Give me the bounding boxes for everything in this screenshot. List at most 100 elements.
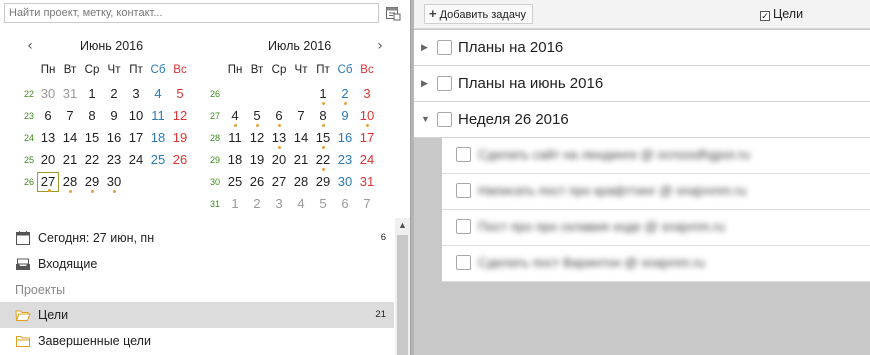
calendar-day[interactable]: 5: [312, 194, 334, 214]
collapse-arrow-icon[interactable]: ▼: [421, 114, 430, 124]
expand-arrow-icon[interactable]: ▶: [421, 42, 428, 53]
calendar-day[interactable]: 16: [103, 128, 125, 148]
calendar-day[interactable]: 12: [169, 106, 191, 126]
calendar-day[interactable]: 22: [81, 150, 103, 170]
add-task-button[interactable]: + Добавить задачу: [424, 4, 533, 24]
calendar-day[interactable]: 7: [59, 106, 81, 126]
prev-month-button[interactable]: ‹: [23, 37, 37, 55]
calendar-day[interactable]: 3: [268, 194, 290, 214]
task-checkbox[interactable]: [456, 183, 471, 198]
calendar-day[interactable]: 1: [312, 84, 334, 105]
calendar-day[interactable]: 24: [125, 150, 147, 170]
nav-completed-goals[interactable]: Завершенные цели: [0, 328, 394, 354]
calendar-day[interactable]: 25: [147, 150, 169, 170]
group-row[interactable]: ▼ Неделя 26 2016: [414, 102, 870, 138]
calendar-day[interactable]: 29: [81, 172, 103, 193]
calendar-day[interactable]: 31: [356, 172, 378, 192]
calendar-day[interactable]: 30: [37, 84, 59, 104]
goals-toggle-checkbox[interactable]: ✓: [760, 11, 770, 21]
calendar-day[interactable]: 24: [356, 150, 378, 170]
calendar-day[interactable]: 6: [37, 106, 59, 126]
goals-toggle[interactable]: ✓ Цели: [760, 7, 803, 21]
calendar-day[interactable]: 2: [246, 194, 268, 214]
calendar-day[interactable]: 7: [356, 194, 378, 214]
calendar-day[interactable]: 13: [37, 128, 59, 148]
task-row[interactable]: Сделать пост Варинтон @ snajvnm.ru: [442, 246, 870, 282]
nav-inbox[interactable]: Входящие: [0, 251, 394, 277]
calendar-day[interactable]: 27: [268, 172, 290, 192]
calendar-day[interactable]: 6: [268, 106, 290, 127]
calendar-day[interactable]: 21: [290, 150, 312, 170]
calendar-day[interactable]: 7: [290, 106, 312, 126]
calendar-day[interactable]: 3: [356, 84, 378, 104]
calendar-day[interactable]: 17: [356, 128, 378, 148]
calendar-day[interactable]: 13: [268, 128, 290, 149]
calendar-day[interactable]: 19: [169, 128, 191, 148]
calendar-day[interactable]: 23: [103, 150, 125, 170]
calendar-day[interactable]: 9: [334, 106, 356, 126]
group-checkbox[interactable]: [437, 112, 452, 127]
calendar-day[interactable]: 30: [103, 172, 125, 193]
calendar-day[interactable]: 9: [103, 106, 125, 126]
calendar-day[interactable]: 20: [268, 150, 290, 170]
calendar-day[interactable]: 8: [81, 106, 103, 126]
calendar-day[interactable]: 5: [246, 106, 268, 127]
next-month-button[interactable]: ›: [373, 37, 387, 55]
calendar-day[interactable]: 19: [246, 150, 268, 170]
calendar-day[interactable]: 2: [334, 84, 356, 105]
calendar-day[interactable]: 14: [59, 128, 81, 148]
group-row[interactable]: ▶ Планы на 2016: [414, 30, 870, 66]
calendar-day[interactable]: 28: [59, 172, 81, 193]
calendar-day[interactable]: 10: [356, 106, 378, 127]
calendar-day[interactable]: 8: [312, 106, 334, 127]
calendar-day[interactable]: 2: [103, 84, 125, 104]
calendar-day[interactable]: 22: [312, 150, 334, 171]
calendar-day[interactable]: 4: [290, 194, 312, 214]
calendar-view-icon[interactable]: [385, 5, 401, 21]
search-input[interactable]: Найти проект, метку, контакт...: [4, 3, 379, 23]
task-checkbox[interactable]: [456, 219, 471, 234]
calendar-day[interactable]: 16: [334, 128, 356, 148]
calendar-day[interactable]: 1: [224, 194, 246, 214]
task-checkbox[interactable]: [456, 255, 471, 270]
calendar-day[interactable]: 14: [290, 128, 312, 148]
calendar-day[interactable]: 5: [169, 84, 191, 104]
calendar-day[interactable]: 18: [224, 150, 246, 170]
calendar-day[interactable]: 17: [125, 128, 147, 148]
calendar-day[interactable]: 26: [246, 172, 268, 192]
nav-goals[interactable]: Цели 21: [0, 302, 394, 328]
calendar-day[interactable]: 11: [147, 106, 169, 126]
calendar-day[interactable]: 20: [37, 150, 59, 170]
calendar-day[interactable]: 4: [147, 84, 169, 104]
scroll-up-icon[interactable]: ▲: [395, 218, 410, 233]
calendar-day[interactable]: 25: [224, 172, 246, 192]
task-checkbox[interactable]: [456, 147, 471, 162]
calendar-day[interactable]: 31: [59, 84, 81, 104]
calendar-day[interactable]: 18: [147, 128, 169, 148]
nav-today[interactable]: Сегодня: 27 июн, пн 6: [0, 225, 394, 251]
group-checkbox[interactable]: [437, 40, 452, 55]
calendar-day[interactable]: 29: [312, 172, 334, 192]
task-row[interactable]: Сделать сайт на лендинге @ ocrsssdhgpor.…: [442, 138, 870, 174]
calendar-day[interactable]: 26: [169, 150, 191, 170]
calendar-day[interactable]: 4: [224, 106, 246, 127]
calendar-day[interactable]: 1: [81, 84, 103, 104]
task-row[interactable]: Написать пост про крафттинг @ snajvvnm.r…: [442, 174, 870, 210]
calendar-day[interactable]: 10: [125, 106, 147, 126]
group-checkbox[interactable]: [437, 76, 452, 91]
calendar-day[interactable]: 12: [246, 128, 268, 148]
task-row[interactable]: Пост про про склавия ходе @ snajvnm.ru: [442, 210, 870, 246]
calendar-day[interactable]: 30: [334, 172, 356, 192]
calendar-day[interactable]: 11: [224, 128, 246, 148]
calendar-day[interactable]: 6: [334, 194, 356, 214]
left-scrollbar[interactable]: ▲: [395, 218, 410, 355]
expand-arrow-icon[interactable]: ▶: [421, 78, 428, 89]
scrollbar-thumb[interactable]: [397, 235, 408, 355]
calendar-day[interactable]: 21: [59, 150, 81, 170]
calendar-day[interactable]: 28: [290, 172, 312, 192]
calendar-day[interactable]: 27: [37, 172, 59, 192]
calendar-day[interactable]: 3: [125, 84, 147, 104]
calendar-day[interactable]: 15: [312, 128, 334, 149]
calendar-day[interactable]: 15: [81, 128, 103, 148]
calendar-day[interactable]: 23: [334, 150, 356, 170]
